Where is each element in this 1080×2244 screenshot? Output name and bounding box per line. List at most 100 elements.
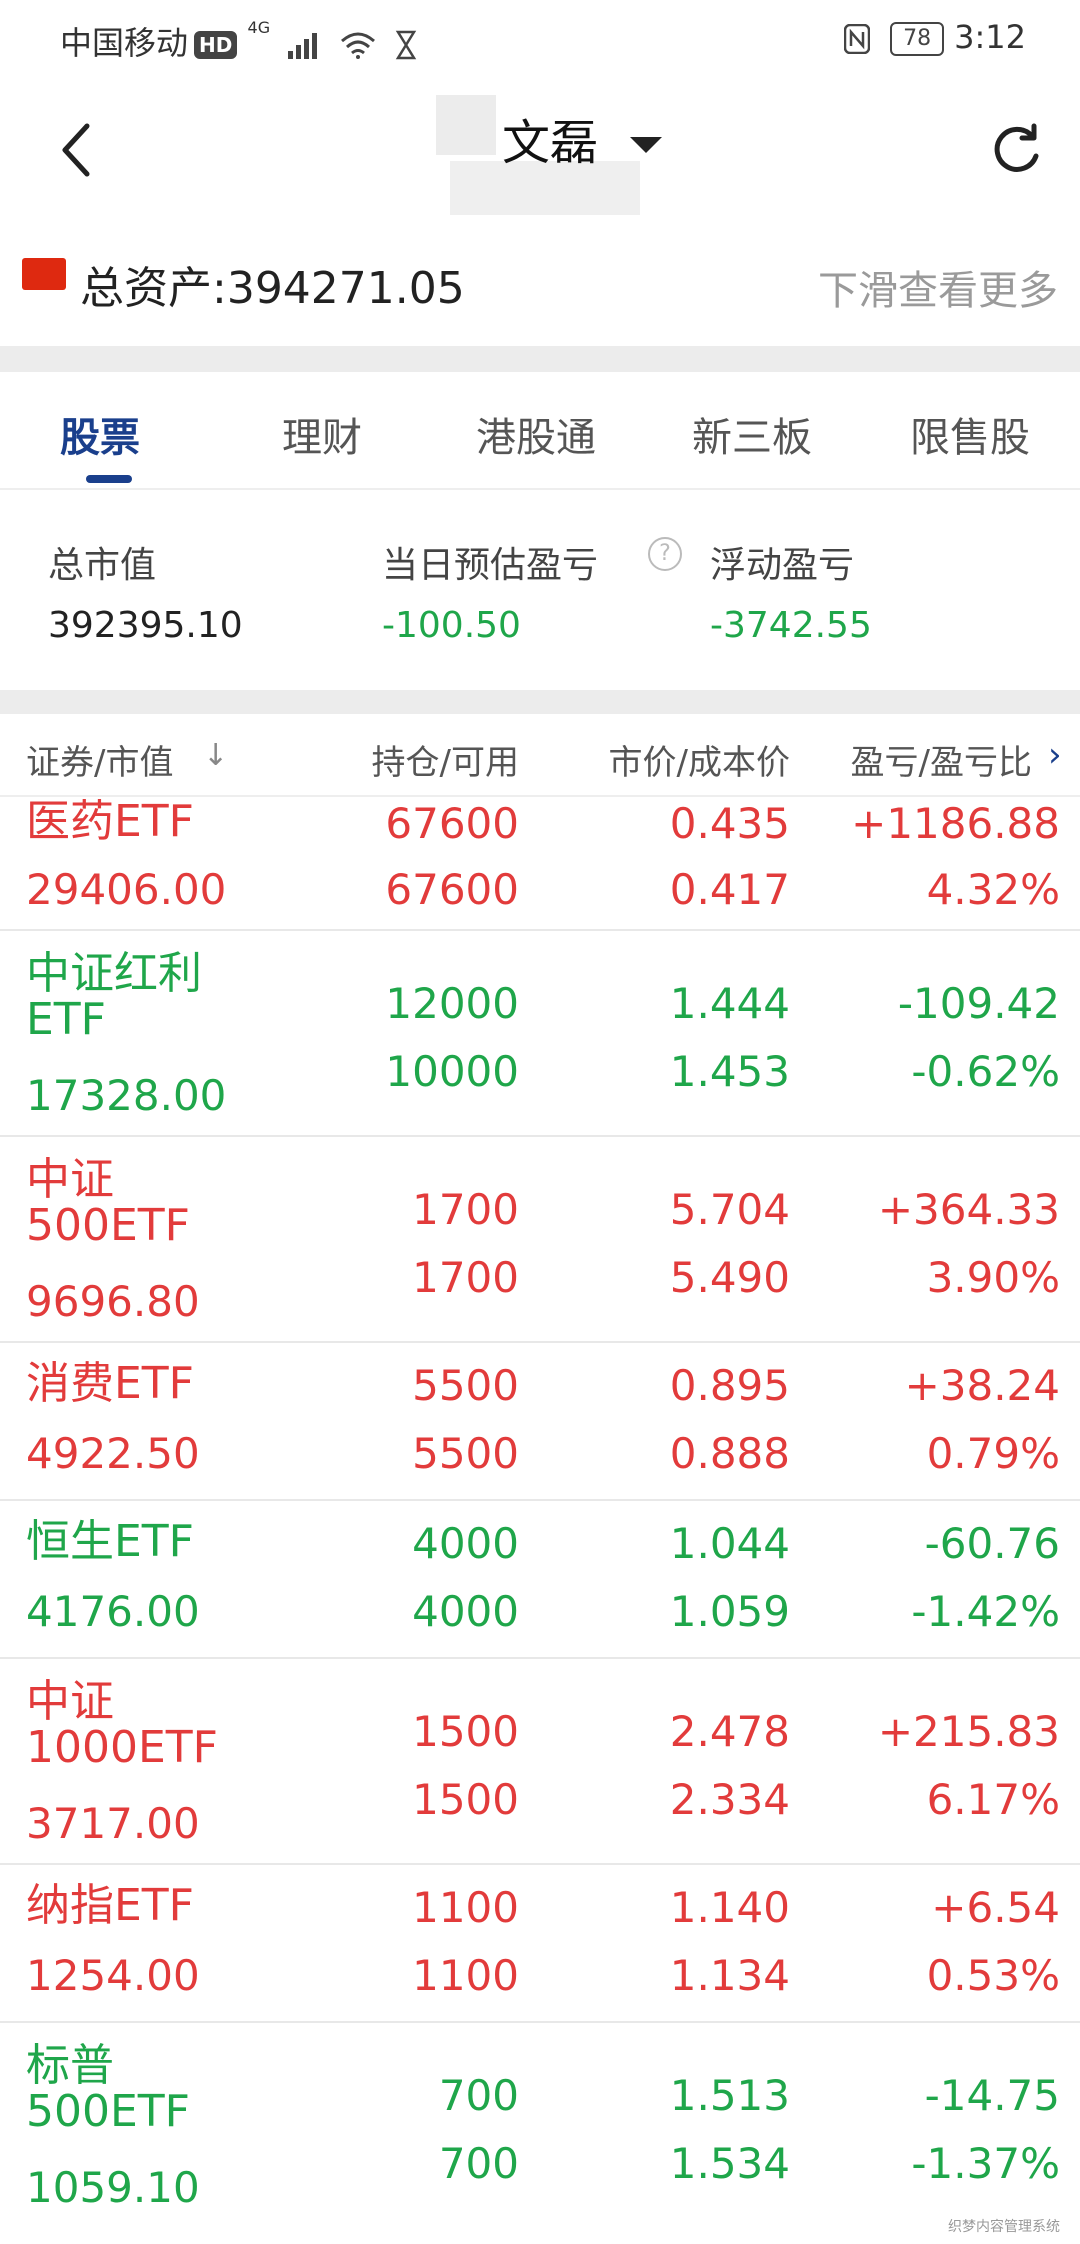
chevron-left-icon (62, 123, 90, 177)
daily-pl-label: 当日预估盈亏 (382, 545, 599, 586)
sort-desc-icon[interactable]: ↓ (203, 738, 228, 773)
market-price: 5.704 (669, 1185, 790, 1234)
pl-ratio: 0.53% (926, 1951, 1060, 2000)
pl-amount: +6.54 (931, 1883, 1060, 1932)
account-selector[interactable]: 文磊 (430, 95, 670, 220)
market-value: 392395.10 (48, 605, 243, 646)
back-button[interactable] (55, 120, 95, 180)
dropdown-caret-icon (630, 137, 662, 153)
refresh-button[interactable] (988, 122, 1044, 178)
market-price: 0.895 (669, 1361, 790, 1410)
column-header-pl[interactable]: 盈亏/盈亏比 (851, 735, 1032, 784)
security-value: 3717.00 (26, 1799, 200, 1848)
market-price: 0.435 (669, 799, 790, 848)
column-header-security[interactable]: 证券/市值 (26, 735, 173, 784)
position: 1100 (412, 1883, 519, 1932)
tab-stocks[interactable]: 股票 (60, 405, 140, 463)
section-divider (0, 346, 1080, 372)
cost-price: 0.888 (669, 1429, 790, 1478)
security-value: 4922.50 (26, 1429, 200, 1478)
security-value: 1254.00 (26, 1951, 200, 2000)
scroll-hint: 下滑查看更多 (818, 268, 1058, 314)
pl-amount: -14.75 (924, 2071, 1060, 2120)
position: 12000 (385, 979, 519, 1028)
network-label: 4G (247, 18, 271, 37)
market-price: 1.513 (669, 2071, 790, 2120)
position: 1700 (412, 1185, 519, 1234)
security-name: 标普500ETF (26, 2040, 190, 2137)
table-row[interactable]: 中证500ETF 9696.80 1700 1700 5.704 5.490 +… (0, 1137, 1080, 1343)
cost-price: 0.417 (669, 865, 790, 914)
table-row[interactable]: 中证红利ETF 17328.00 12000 10000 1.444 1.453… (0, 931, 1080, 1137)
pl-ratio: -1.37% (911, 2139, 1060, 2188)
available: 1500 (412, 1775, 519, 1824)
hourglass-icon (395, 30, 416, 60)
security-value: 17328.00 (26, 1071, 227, 1120)
daily-pl-value: -100.50 (382, 605, 521, 646)
available: 10000 (385, 1047, 519, 1096)
pl-amount: +364.33 (877, 1185, 1060, 1234)
chevron-right-icon[interactable]: › (1048, 735, 1062, 775)
table-row[interactable]: 中证1000ETF 3717.00 1500 1500 2.478 2.334 … (0, 1659, 1080, 1865)
available: 1700 (412, 1253, 519, 1302)
security-name: 中证1000ETF (26, 1676, 218, 1773)
hd-icon: HD (194, 31, 238, 59)
status-left: 中国移动 HD 4G (60, 18, 417, 64)
watermark: 织梦内容管理系统 (948, 2219, 1060, 2235)
security-name: 医药ETF (26, 796, 194, 847)
security-name: 中证红利ETF (26, 948, 202, 1045)
pl-amount: +215.83 (877, 1707, 1060, 1756)
security-name: 中证500ETF (26, 1154, 190, 1251)
wifi-icon (341, 32, 376, 59)
pl-amount: -109.42 (897, 979, 1060, 1028)
available: 5500 (412, 1429, 519, 1478)
table-row[interactable]: 纳指ETF 1254.00 1100 1100 1.140 1.134 +6.5… (0, 1865, 1080, 2023)
market-price: 1.444 (669, 979, 790, 1028)
total-assets: 总资产:394271.05 (80, 263, 465, 314)
column-header-price[interactable]: 市价/成本价 (609, 735, 790, 784)
pl-ratio: 3.90% (926, 1253, 1060, 1302)
available: 67600 (385, 865, 519, 914)
table-row[interactable]: 恒生ETF 4176.00 4000 4000 1.044 1.059 -60.… (0, 1501, 1080, 1659)
pl-amount: +38.24 (904, 1361, 1060, 1410)
security-value: 1059.10 (26, 2163, 200, 2212)
tab-wealth[interactable]: 理财 (282, 405, 362, 463)
column-header-position[interactable]: 持仓/可用 (372, 735, 519, 784)
cost-price: 1.453 (669, 1047, 790, 1096)
pl-ratio: 4.32% (926, 865, 1060, 914)
security-value: 29406.00 (26, 865, 227, 914)
position: 1500 (412, 1707, 519, 1756)
battery-icon: 78 (890, 22, 945, 56)
table-row[interactable]: 医药ETF 29406.00 67600 67600 0.435 0.417 +… (0, 797, 1080, 931)
signal-icon (288, 33, 318, 59)
market-price: 2.478 (669, 1707, 790, 1756)
pl-amount: +1186.88 (851, 799, 1060, 848)
available: 1100 (412, 1951, 519, 2000)
help-icon[interactable]: ? (648, 537, 682, 571)
cost-price: 1.534 (669, 2139, 790, 2188)
market-price: 1.044 (669, 1519, 790, 1568)
cost-price: 2.334 (669, 1775, 790, 1824)
refresh-icon (994, 123, 1039, 172)
section-divider (0, 690, 1080, 714)
table-row[interactable]: 标普500ETF 1059.10 700 700 1.513 1.534 -14… (0, 2023, 1080, 2229)
table-row[interactable]: 消费ETF 4922.50 5500 5500 0.895 0.888 +38.… (0, 1343, 1080, 1501)
cost-price: 1.134 (669, 1951, 790, 2000)
position: 4000 (412, 1519, 519, 1568)
pl-ratio: -1.42% (911, 1587, 1060, 1636)
market-price: 1.140 (669, 1883, 790, 1932)
market-value-label: 总市值 (48, 545, 157, 586)
carrier-label: 中国移动 (60, 24, 189, 62)
security-name: 纳指ETF (26, 1880, 194, 1931)
security-value: 4176.00 (26, 1587, 200, 1636)
security-name: 消费ETF (26, 1358, 194, 1409)
pl-ratio: -0.62% (911, 1047, 1060, 1096)
tab-neeq[interactable]: 新三板 (692, 405, 812, 463)
tab-hk-connect[interactable]: 港股通 (476, 405, 596, 463)
status-right: 78 3:12 (836, 18, 1026, 56)
blurred-region (436, 95, 496, 155)
tab-restricted[interactable]: 限售股 (910, 405, 1030, 463)
pl-amount: -60.76 (924, 1519, 1060, 1568)
status-bar: 中国移动 HD 4G 78 3:12 (0, 0, 1080, 80)
security-name: 恒生ETF (26, 1516, 194, 1567)
